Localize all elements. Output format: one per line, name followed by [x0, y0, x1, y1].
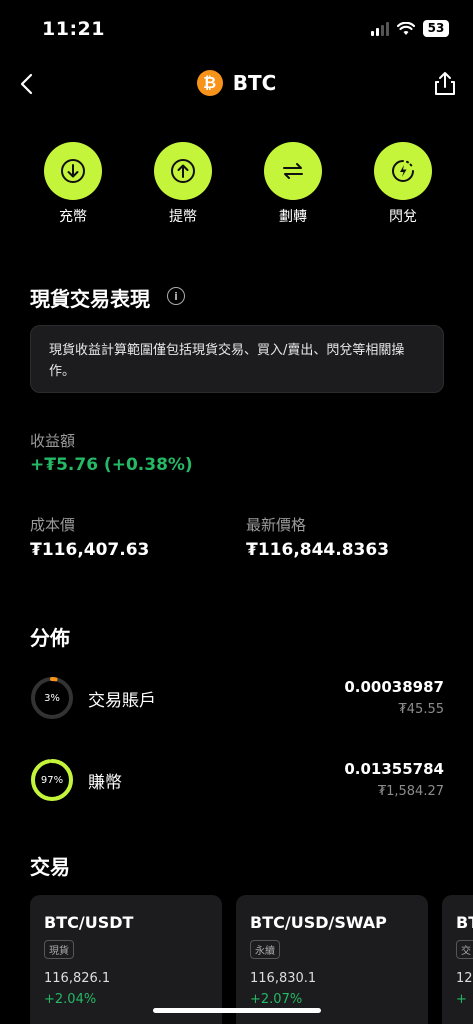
transfer-button[interactable]: 劃轉 — [238, 142, 348, 226]
header: ₿ BTC — [0, 62, 473, 106]
card-change: +2.07% — [250, 992, 303, 1007]
coin-symbol: BTC — [232, 71, 277, 95]
distribution-title: 分佈 — [30, 626, 70, 650]
transfer-icon[interactable] — [264, 142, 322, 200]
distribution-amount: 0.00038987 — [344, 678, 444, 696]
cost-price-label: 成本價 — [30, 516, 76, 534]
card-change: +2.04% — [44, 992, 97, 1007]
pnl-label: 收益額 — [30, 432, 76, 450]
withdraw-button[interactable]: 提幣 — [128, 142, 238, 226]
card-change: + — [456, 992, 467, 1007]
info-icon[interactable]: i — [167, 287, 185, 305]
status-icons: 53 — [371, 20, 449, 37]
withdraw-icon[interactable] — [154, 142, 212, 200]
card-tag: 現貨 — [44, 940, 74, 959]
distribution-percent: 97% — [40, 774, 64, 786]
trade-card-partial[interactable]: BT 交 12 + — [442, 895, 473, 1024]
status-bar: 11:21 53 — [0, 0, 473, 54]
distribution-amount: 0.01355784 — [344, 760, 444, 778]
notice-box: 現貨收益計算範圍僅包括現貨交易、買入/賣出、閃兌等相關操作。 — [30, 325, 444, 393]
card-price: 116,830.1 — [250, 971, 317, 986]
latest-price-value: ₮116,844.8363 — [246, 540, 390, 560]
share-icon[interactable] — [431, 70, 459, 98]
trade-title: 交易 — [30, 855, 70, 879]
performance-title: 現貨交易表現 — [30, 287, 150, 311]
cost-price-value: ₮116,407.63 — [30, 540, 150, 560]
convert-button[interactable]: 閃兌 — [348, 142, 458, 226]
convert-label: 閃兌 — [389, 209, 417, 225]
pnl-value: +₮5.76 (+0.38%) — [30, 455, 193, 475]
card-pair: BTC/USDT — [44, 913, 134, 932]
convert-icon[interactable] — [374, 142, 432, 200]
cellular-signal-icon — [371, 21, 389, 36]
distribution-percent: 3% — [44, 692, 60, 704]
card-price: 12 — [456, 971, 473, 986]
latest-price-label: 最新價格 — [246, 516, 307, 534]
distribution-fiat: ₮1,584.27 — [377, 784, 444, 799]
wifi-icon — [397, 21, 415, 35]
trade-card-btc-usd-swap[interactable]: BTC/USD/SWAP 永續 116,830.1 +2.07% — [236, 895, 428, 1024]
status-time: 11:21 — [42, 18, 105, 40]
deposit-icon[interactable] — [44, 142, 102, 200]
home-indicator[interactable] — [153, 1008, 321, 1013]
card-tag: 永續 — [250, 940, 280, 959]
bitcoin-logo-icon: ₿ — [196, 70, 223, 96]
deposit-button[interactable]: 充幣 — [18, 142, 128, 226]
distribution-row-earn[interactable]: 97% 賺幣 0.01355784 ₮1,584.27 — [30, 758, 444, 808]
trade-card-btc-usdt[interactable]: BTC/USDT 現貨 116,826.1 +2.04% — [30, 895, 222, 1024]
card-pair: BTC/USD/SWAP — [250, 913, 387, 932]
trade-cards: BTC/USDT 現貨 116,826.1 +2.04% BTC/USD/SWA… — [30, 895, 473, 1024]
distribution-name: 賺幣 — [88, 773, 122, 793]
withdraw-label: 提幣 — [169, 209, 197, 225]
coin-title: ₿ BTC — [0, 70, 473, 96]
card-price: 116,826.1 — [44, 971, 111, 986]
battery-indicator: 53 — [423, 20, 449, 37]
distribution-name: 交易賬戶 — [88, 691, 156, 711]
card-tag: 交 — [456, 940, 473, 959]
distribution-fiat: ₮45.55 — [398, 702, 445, 717]
card-pair: BT — [456, 913, 473, 932]
action-bar: 充幣 提幣 劃轉 閃兌 — [18, 142, 458, 226]
transfer-label: 劃轉 — [279, 209, 307, 225]
distribution-row-trading-account[interactable]: 3% 交易賬戶 0.00038987 ₮45.55 — [30, 676, 444, 726]
deposit-label: 充幣 — [59, 209, 87, 225]
